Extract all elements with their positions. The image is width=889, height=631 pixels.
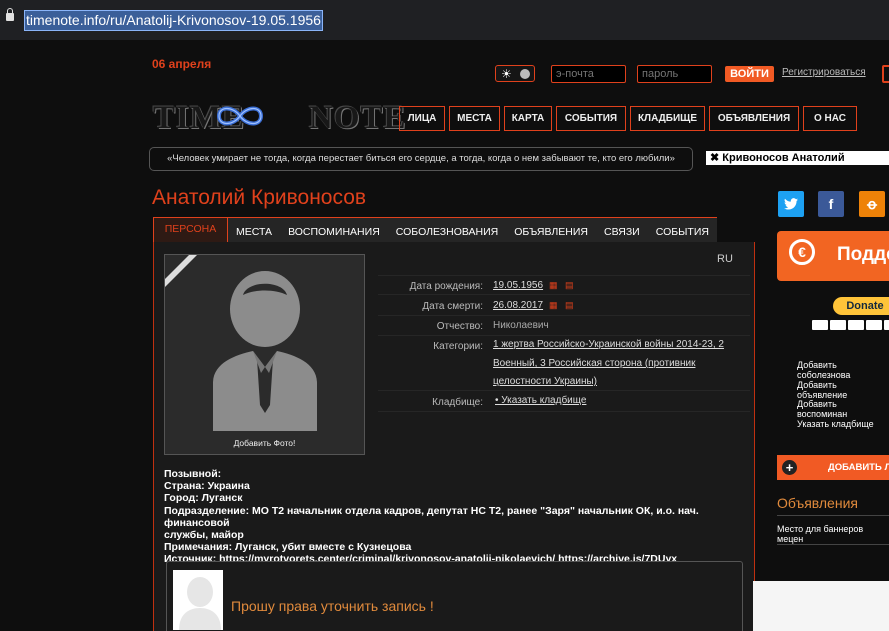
profile-tabs: ПЕРСОНА МЕСТА ВОСПОМИНАНИЯ СОБОЛЕЗНОВАНИ… xyxy=(153,217,717,242)
facebook-icon[interactable]: f xyxy=(818,191,844,217)
visa-icon xyxy=(812,320,828,330)
tab-links[interactable]: СВЯЗИ xyxy=(596,217,648,242)
tab-places[interactable]: МЕСТА xyxy=(228,217,281,242)
nav-item-persons[interactable]: ЛИЦА xyxy=(399,106,445,131)
maestro-icon xyxy=(848,320,864,330)
add-condolence-link[interactable]: Добавить соболезнова xyxy=(797,360,889,380)
avatar xyxy=(173,570,223,630)
amex-icon xyxy=(866,320,882,330)
breadcrumb[interactable]: ✖ Кривоносов Анатолий xyxy=(706,151,889,165)
payment-cards xyxy=(812,320,889,330)
nav-item-about[interactable]: О НАС xyxy=(803,106,857,131)
main-nav: ЛИЦА МЕСТА КАРТА СОБЫТИЯ КЛАДБИЩЕ ОБЪЯВЛ… xyxy=(399,106,861,131)
decorative-footer-image xyxy=(753,581,889,631)
register-link[interactable]: Регистрироваться xyxy=(782,67,866,78)
calendar-icon[interactable]: ▦ xyxy=(549,300,558,311)
set-cemetery-link[interactable]: Указать кладбище xyxy=(797,419,874,429)
add-ad-link[interactable]: Добавить объявление xyxy=(797,380,889,400)
ads-heading: Объявления xyxy=(777,495,858,511)
tab-events[interactable]: СОБЫТИЯ xyxy=(647,217,717,242)
cemetery-link[interactable]: • Указать кладбище xyxy=(495,395,586,406)
categories-value-line-3[interactable]: целостности Украины) xyxy=(493,376,597,387)
twitter-icon[interactable] xyxy=(778,191,804,217)
tab-memories[interactable]: ВОСПОМИНАНИЯ xyxy=(280,217,388,242)
infinity-icon xyxy=(216,106,264,126)
bio-text: Позывной: Страна: Украина Город: Луганск… xyxy=(164,468,739,566)
categories-value-line-2[interactable]: Военный, 3 Российская сторона (противник xyxy=(493,358,695,369)
cemetery-label: Кладбище: xyxy=(432,397,483,408)
categories-value-line-1[interactable]: 1 жертва Российско-Украинской войны 2014… xyxy=(493,339,724,350)
page-title: Анатолий Кривоносов xyxy=(152,186,367,209)
bio-line: Город: Луганск xyxy=(164,492,243,505)
id-card-icon[interactable]: ▤ xyxy=(565,300,574,311)
lock-icon xyxy=(6,8,14,21)
support-banner[interactable]: € Подде xyxy=(777,231,889,281)
card-icon xyxy=(884,320,889,330)
death-date-label: Дата смерти: xyxy=(422,301,483,312)
bio-line: Подразделение: МО Т2 начальник отдела ка… xyxy=(164,504,699,529)
bio-line: службы, майор xyxy=(164,529,244,542)
nav-item-ads[interactable]: ОБЪЯВЛЕНИЯ xyxy=(709,106,799,131)
site-quote: «Человек умирает не тогда, когда переста… xyxy=(149,147,693,171)
tab-condolences[interactable]: СОБОЛЕЗНОВАНИЯ xyxy=(387,217,507,242)
user-silhouette-icon xyxy=(179,577,221,630)
sun-icon: ☀ xyxy=(501,67,512,81)
nav-item-events[interactable]: СОБЫТИЯ xyxy=(556,106,626,131)
bio-line: Страна: Украина xyxy=(164,480,250,493)
url-text[interactable]: timenote.info/ru/Anatolij-Krivonosov-19.… xyxy=(24,10,323,31)
page: 06 апреля ☀ ВОЙТИ Регистрироваться TIMEN… xyxy=(0,40,889,631)
id-card-icon[interactable]: ▤ xyxy=(565,280,574,291)
add-person-button[interactable]: + ДОБАВИТЬ Л xyxy=(777,455,889,480)
moon-icon xyxy=(520,69,530,79)
mastercard-icon xyxy=(830,320,846,330)
photo-placeholder[interactable]: Добавить Фото! xyxy=(164,254,365,455)
plus-icon: + xyxy=(782,460,797,475)
calendar-icon[interactable]: ▦ xyxy=(549,280,558,291)
odnoklassniki-icon[interactable]: ꝋ xyxy=(859,191,885,217)
bio-line: Позывной: xyxy=(164,468,222,480)
language-badge[interactable]: RU xyxy=(717,253,733,265)
comment-text: Прошу права уточнить запись ! xyxy=(231,598,434,614)
euro-coin-icon: € xyxy=(789,239,815,265)
birth-date-value[interactable]: 19.05.1956 xyxy=(493,280,543,291)
theme-toggle[interactable]: ☀ xyxy=(495,65,535,82)
add-person-label: ДОБАВИТЬ Л xyxy=(828,462,889,473)
password-field[interactable] xyxy=(637,65,712,83)
current-date: 06 апреля xyxy=(152,57,212,71)
email-field[interactable] xyxy=(551,65,626,83)
browser-address-bar[interactable]: timenote.info/ru/Anatolij-Krivonosov-19.… xyxy=(0,0,889,40)
add-photo-label[interactable]: Добавить Фото! xyxy=(165,438,364,448)
nav-item-map[interactable]: КАРТА xyxy=(504,106,552,131)
bio-line: Примечания: Луганск, убит вместе с Кузне… xyxy=(164,541,412,554)
support-banner-label: Подде xyxy=(837,244,889,265)
categories-label: Категории: xyxy=(433,341,483,352)
death-date-value[interactable]: 26.08.2017 xyxy=(493,300,543,311)
site-logo[interactable]: TIME NOTE xyxy=(153,100,407,137)
patronymic-label: Отчество: xyxy=(436,321,483,332)
login-button[interactable]: ВОЙТИ xyxy=(725,66,774,82)
add-memory-link[interactable]: Добавить воспоминан xyxy=(797,399,889,419)
tab-person[interactable]: ПЕРСОНА xyxy=(153,217,228,242)
paypal-donate-button[interactable]: Donate xyxy=(833,297,889,315)
logo-note: NOTE xyxy=(309,100,407,136)
birth-date-label: Дата рождения: xyxy=(409,281,483,292)
nav-item-cemetery[interactable]: КЛАДБИЩЕ xyxy=(630,106,705,131)
comment-card: Прошу права уточнить запись ! xyxy=(166,561,743,631)
login-icon[interactable] xyxy=(882,65,889,83)
ads-placeholder-text: Место для баннеров мецен xyxy=(777,524,864,544)
nav-item-places[interactable]: МЕСТА xyxy=(449,106,500,131)
patronymic-value: Николаевич xyxy=(493,320,549,331)
tab-ads[interactable]: ОБЪЯВЛЕНИЯ xyxy=(506,217,596,242)
